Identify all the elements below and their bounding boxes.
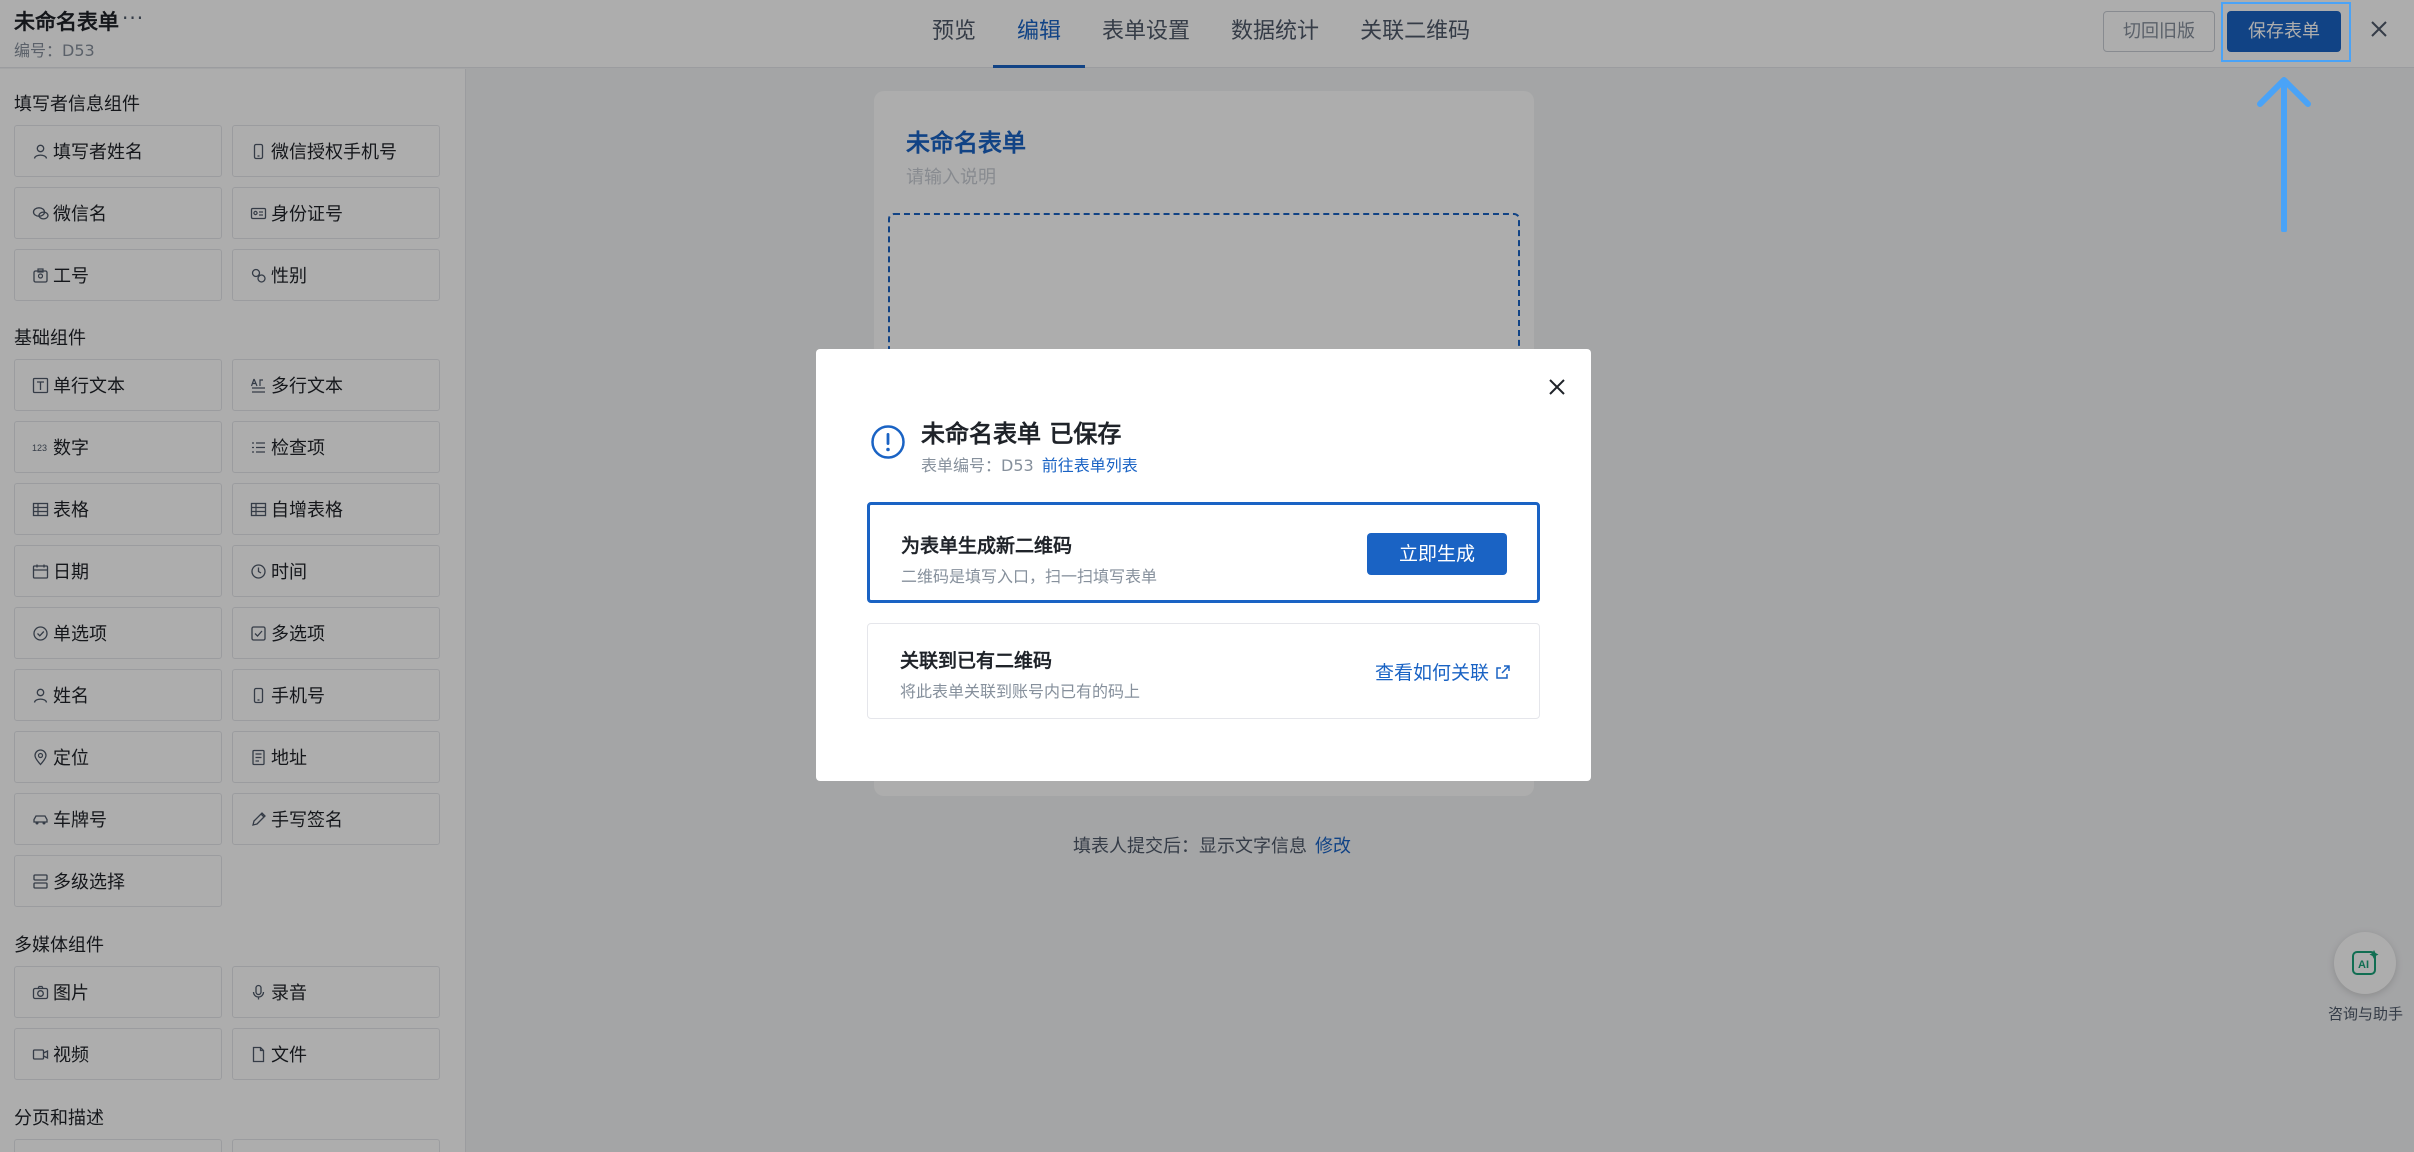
save-success-dialog: 未命名表单 已保存 表单编号：D53 前往表单列表 为表单生成新二维码 二维码是填… <box>816 349 1591 781</box>
generate-now-button[interactable]: 立即生成 <box>1367 533 1507 575</box>
how-to-link[interactable]: 查看如何关联 <box>1375 658 1511 685</box>
arrow-up-icon <box>2257 77 2311 232</box>
option-desc: 将此表单关联到账号内已有的码上 <box>900 682 1141 701</box>
info-icon <box>871 425 905 459</box>
link-existing-qrcode-option[interactable]: 关联到已有二维码 将此表单关联到账号内已有的码上 查看如何关联 <box>867 623 1540 719</box>
dialog-title: 未命名表单 已保存 <box>921 420 1122 448</box>
dialog-subtitle: 表单编号：D53 前往表单列表 <box>921 452 1138 476</box>
external-link-icon <box>1496 664 1510 679</box>
option-title: 为表单生成新二维码 <box>901 535 1073 557</box>
save-button-highlight <box>2221 2 2351 62</box>
generate-qrcode-option[interactable]: 为表单生成新二维码 二维码是填写入口，扫一扫填写表单 立即生成 <box>867 502 1540 603</box>
how-to-link-label[interactable]: 查看如何关联 <box>1375 658 1489 685</box>
dialog-close-icon[interactable] <box>1545 375 1569 399</box>
dialog-form-code: 表单编号：D53 <box>921 456 1034 475</box>
option-title: 关联到已有二维码 <box>900 650 1053 672</box>
option-desc: 二维码是填写入口，扫一扫填写表单 <box>901 567 1158 586</box>
go-form-list-link[interactable]: 前往表单列表 <box>1042 456 1138 475</box>
